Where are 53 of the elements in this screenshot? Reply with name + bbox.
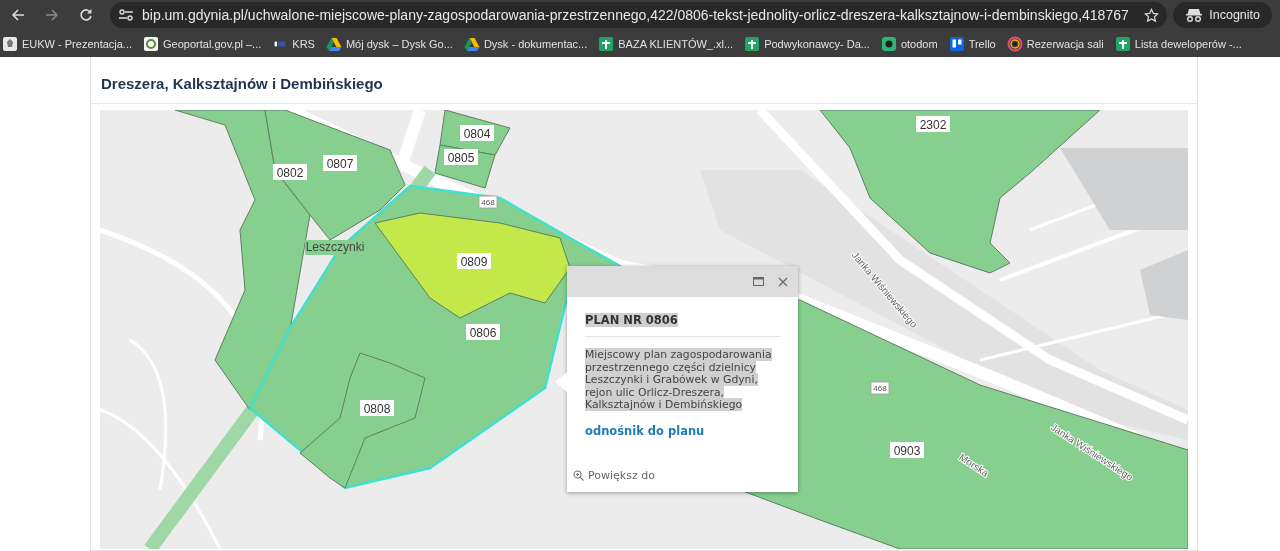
- plan-description: Miejscowy plan zagospodarowania przestrzennego części dzielnicy Leszczynki i Grabówek w Gdyni, rejon ulic Orlicz-Dreszera, Kalksztajnów i Dembińskiego: [585, 349, 773, 412]
- triangle-icon: [325, 35, 342, 52]
- area-label: 0808: [360, 400, 394, 416]
- bookmark[interactable]: Geoportal.gov.pl –...: [143, 35, 268, 52]
- sheet-icon: [744, 35, 761, 52]
- flag-icon: [273, 40, 288, 47]
- bookmark[interactable]: otodom: [880, 35, 944, 52]
- incognito-icon: [1185, 8, 1204, 22]
- bookmark[interactable]: KRS: [272, 37, 321, 50]
- area-label: 0805: [444, 149, 478, 165]
- plan-area[interactable]: [299, 352, 426, 489]
- maximize-button[interactable]: [753, 277, 764, 286]
- emblem-icon: [2, 35, 18, 52]
- bookmark[interactable]: Lista deweloperów -...: [1114, 35, 1248, 52]
- plan-link[interactable]: odnośnik do planu: [585, 423, 705, 438]
- star-icon[interactable]: [1144, 7, 1160, 23]
- area-label: 0809: [457, 253, 491, 269]
- plan-area[interactable]: [374, 212, 571, 319]
- url-text: bip.um.gdynia.pl/uchwalone-miejscowe-plany-zagospodarowania-przestrzennego,422/0806-tekst-jednolity-orlicz-dreszera-kalksztajnow-i-dembinskiego,418767: [142, 7, 1130, 23]
- incognito-button[interactable]: Incognito: [1173, 2, 1272, 28]
- route-shield: 468: [870, 381, 890, 395]
- building-block: [1140, 250, 1188, 320]
- area-label: 0807: [323, 155, 357, 171]
- bookmark[interactable]: Mój dysk – Dysk Go...: [325, 35, 459, 52]
- close-button[interactable]: [778, 276, 788, 287]
- bookmark[interactable]: BAZA KLIENTÓW_.xl...: [598, 35, 740, 52]
- bookmark[interactable]: Trello: [948, 35, 1002, 52]
- area-label: 2302: [916, 116, 950, 132]
- back-arrow-icon: [11, 8, 25, 22]
- zoom-in-icon: [573, 470, 584, 481]
- zoom-to-button[interactable]: Powiększ do: [573, 469, 655, 482]
- area-label: 0804: [460, 125, 494, 141]
- address-bar[interactable]: bip.um.gdynia.pl/uchwalone-miejscowe-plany-zagospodarowania-przestrzennego,422/0806-tekst-jednolity-orlicz-dreszera-kalksztajnow-i-dembinskiego,418767: [110, 2, 1168, 28]
- route-shield: 468: [478, 195, 498, 209]
- area-label: 0903: [890, 442, 924, 458]
- popup-title: PLAN NR 0806: [585, 313, 678, 327]
- bookmark[interactable]: Podwykonawcy- Da...: [744, 35, 876, 52]
- bookmark[interactable]: EUKW - Prezentacja...: [2, 35, 139, 52]
- plan-area[interactable]: [264, 110, 406, 241]
- page-heading: Dreszera, Kalksztajnów i Dembińskiego: [91, 57, 1197, 104]
- bookmark[interactable]: Rezerwacja sali: [1006, 35, 1110, 52]
- area-label: 0802: [273, 164, 307, 180]
- district-label: Leszczynki: [305, 240, 365, 255]
- site-settings-icon[interactable]: [118, 8, 134, 22]
- sheet-icon: [1114, 35, 1131, 52]
- forward-arrow-icon: [45, 8, 59, 22]
- sheet-icon: [598, 35, 615, 52]
- ring-icon: [1006, 35, 1023, 52]
- bookmark[interactable]: Dysk - dokumentac...: [463, 35, 594, 52]
- triangle-icon: [463, 35, 480, 52]
- reload-icon: [79, 8, 93, 22]
- area-label: 0806: [466, 324, 500, 340]
- board-icon: [948, 35, 965, 52]
